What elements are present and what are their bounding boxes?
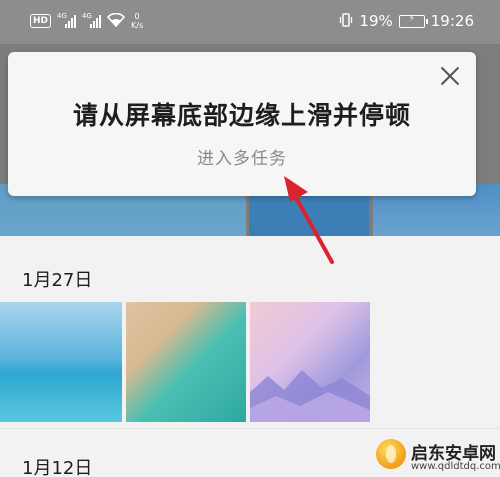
wifi-icon xyxy=(106,12,126,29)
speed-unit: K/s xyxy=(131,21,144,30)
site-watermark: 启东安卓网 www.qdldtdq.com xyxy=(376,431,500,477)
annotation-arrow-icon xyxy=(284,176,334,264)
battery-charging-icon: ⚡ xyxy=(398,14,428,28)
gesture-hint-popup: 请从屏幕底部边缘上滑并停顿 进入多任务 xyxy=(8,52,476,196)
vibrate-icon xyxy=(339,12,353,30)
speed-value: 0 xyxy=(134,12,140,21)
date-header: 1月12日 xyxy=(22,458,93,477)
photo-thumbnail[interactable] xyxy=(250,302,370,422)
status-left: HD 4G 4G 0 K/s xyxy=(30,12,143,30)
photo-thumbnail[interactable] xyxy=(126,302,246,422)
hd-voice-icon: HD xyxy=(30,14,52,28)
signal-icon: 4G xyxy=(57,12,77,28)
network-type-label: 4G xyxy=(82,12,92,20)
watermark-url: www.qdldtdq.com xyxy=(411,461,500,472)
hint-subtitle: 进入多任务 xyxy=(197,149,287,169)
network-type-label: 4G xyxy=(57,12,67,20)
mountain-wallpaper-graphic xyxy=(250,370,370,422)
hint-title: 请从屏幕底部边缘上滑并停顿 xyxy=(72,101,411,130)
date-header: 1月27日 xyxy=(22,270,93,291)
photo-thumbnail[interactable] xyxy=(0,302,122,422)
status-bar: HD 4G 4G 0 K/s 19% ⚡ 19:26 xyxy=(0,0,500,44)
signal-icon: 4G xyxy=(82,12,102,28)
status-right: 19% ⚡ 19:26 xyxy=(339,12,474,30)
close-icon[interactable] xyxy=(438,64,462,88)
battery-percent: 19% xyxy=(359,12,393,30)
section-divider xyxy=(0,428,500,429)
clock: 19:26 xyxy=(430,12,474,30)
watermark-logo-icon xyxy=(376,439,406,469)
network-speed: 0 K/s xyxy=(131,12,143,30)
